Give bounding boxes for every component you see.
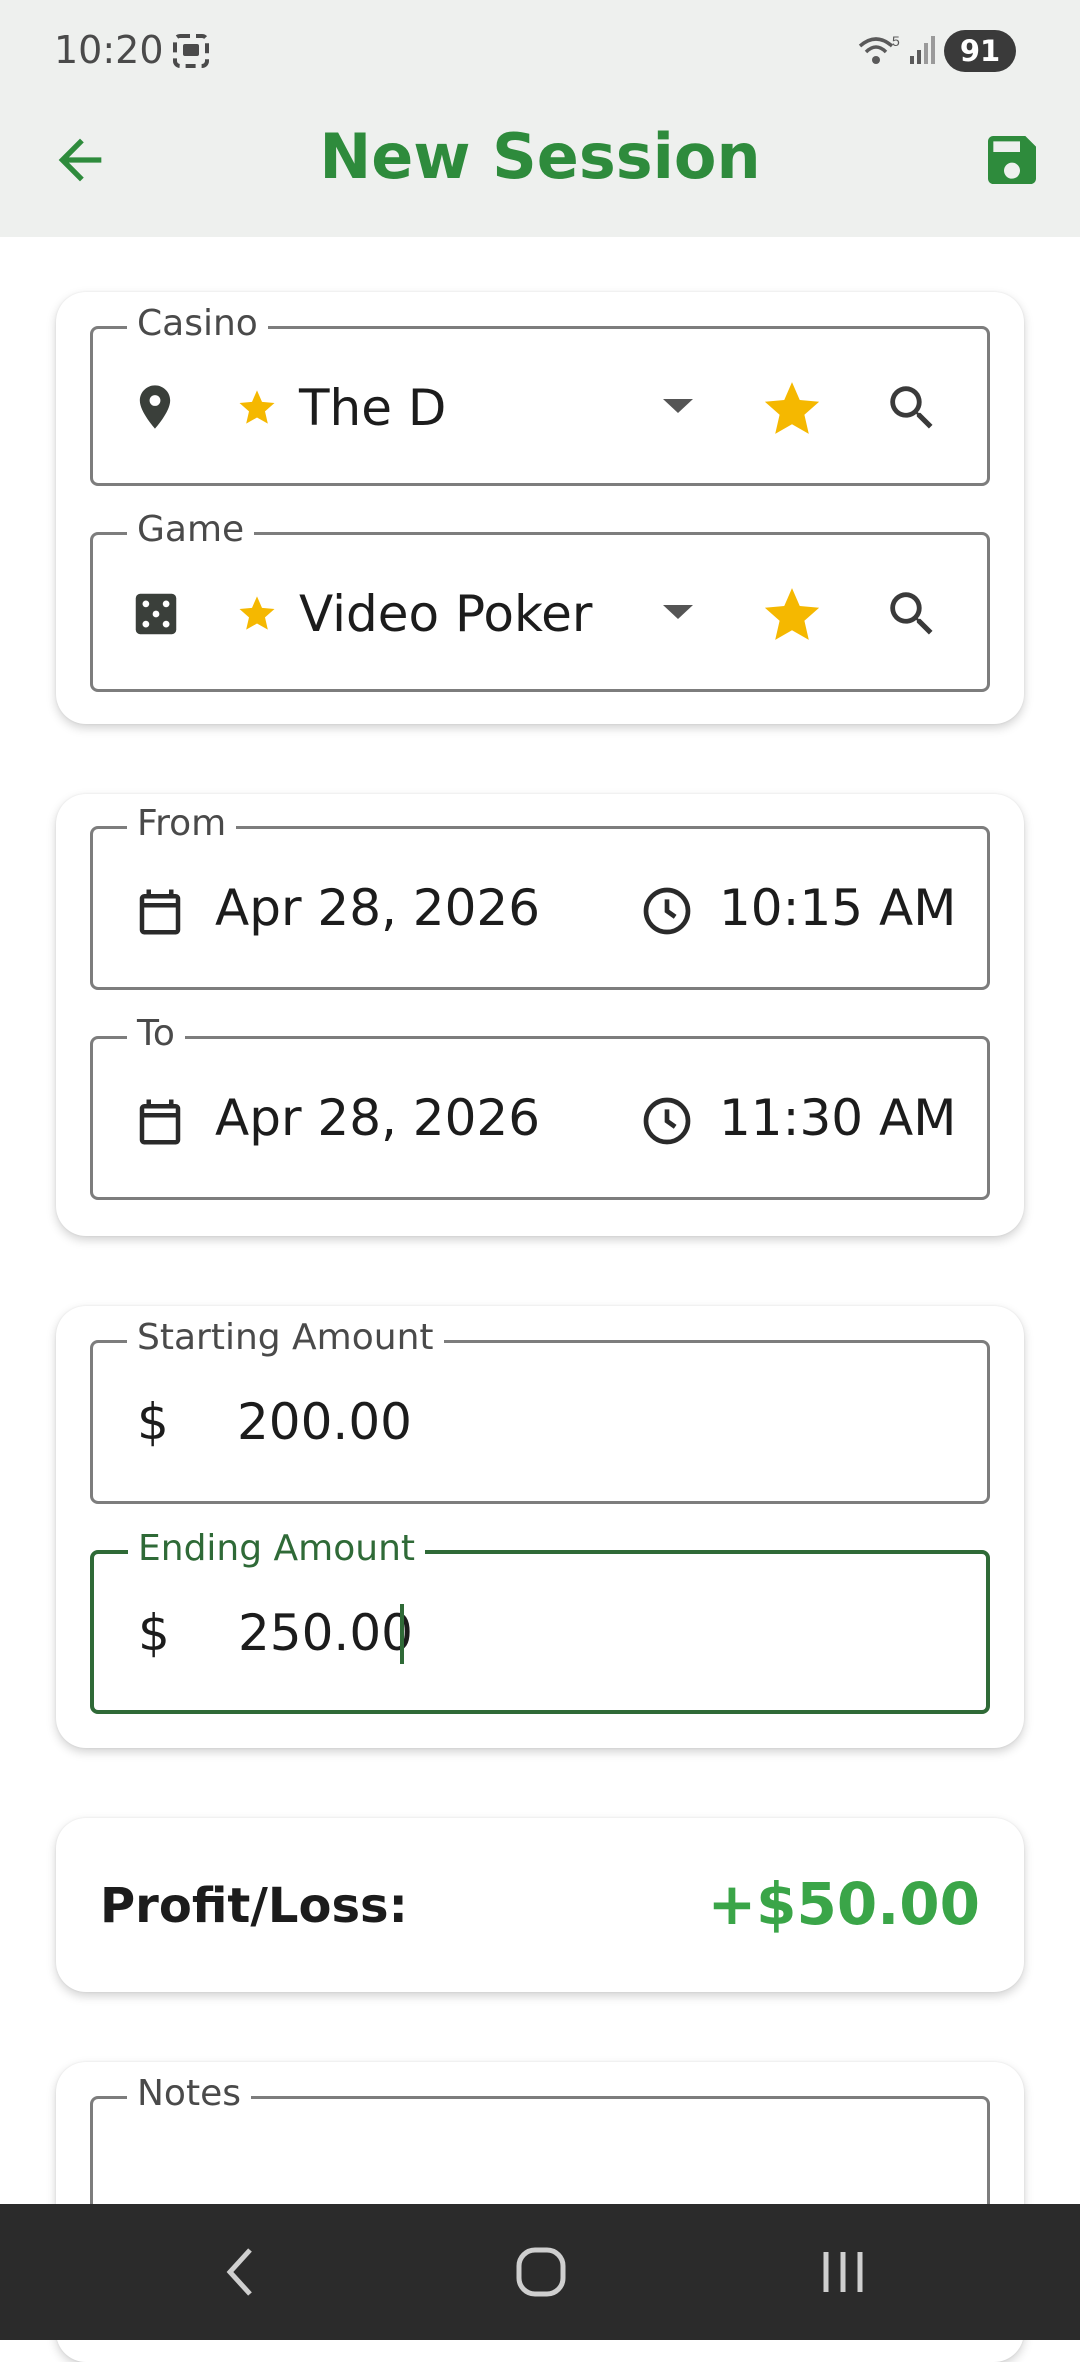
notes-label: Notes [127,2073,251,2114]
calendar-icon [133,883,187,946]
wifi-icon: 5 [858,33,902,73]
svg-text:5: 5 [892,34,900,49]
favorite-toggle-star-icon[interactable] [761,583,823,650]
battery-indicator: 91 [944,30,1016,72]
clock-icon [639,1093,695,1154]
currency-symbol: $ [138,1604,170,1662]
starting-amount-value: 200.00 [237,1393,412,1451]
to-label: To [127,1013,185,1054]
ending-amount-field[interactable]: Ending Amount $ 250.00 [90,1528,990,1714]
nav-back-button[interactable] [206,2242,276,2302]
location-pin-icon [129,377,181,442]
profit-loss-card: Profit/Loss: +$50.00 [56,1818,1024,1992]
favorite-toggle-star-icon[interactable] [761,377,823,444]
to-field: To Apr 28, 2026 11:30 AM [90,1013,990,1200]
clock-icon [639,883,695,944]
from-field: From Apr 28, 2026 10:15 AM [90,803,990,990]
chevron-left-icon [226,2248,252,2296]
casino-label: Casino [127,303,268,344]
dropdown-arrow-icon[interactable] [661,397,695,422]
game-label: Game [127,509,255,550]
calendar-icon [133,1093,187,1156]
currency-symbol: $ [137,1393,169,1451]
text-cursor [400,1604,404,1664]
to-time[interactable]: 11:30 AM [719,1089,956,1147]
game-field[interactable]: Game Video Poker [90,509,990,692]
from-date[interactable]: Apr 28, 2026 [215,879,540,937]
system-nav-bar [0,2204,1080,2340]
signal-icon [908,34,938,71]
status-bar: 10:20 5 91 [0,0,1080,100]
app-bar: New Session [0,100,1080,237]
save-icon [988,136,1036,184]
save-button[interactable] [980,128,1044,192]
starting-amount-field[interactable]: Starting Amount $ 200.00 [90,1317,990,1504]
page-title: New Session [319,120,761,193]
casino-value: The D [299,379,447,437]
from-label: From [127,803,237,844]
amounts-card: Starting Amount $ 200.00 Ending Amount $… [56,1306,1024,1748]
favorite-star-icon [237,387,277,432]
nav-home-button[interactable] [506,2242,576,2302]
nav-recents-button[interactable] [808,2242,878,2302]
game-value: Video Poker [299,585,593,643]
search-icon[interactable] [883,379,941,442]
screenshot-icon [172,33,210,74]
time-range-card: From Apr 28, 2026 10:15 AM To Apr 28, 20… [56,794,1024,1236]
favorite-star-icon [237,593,277,638]
status-time: 10:20 [54,28,164,72]
dropdown-arrow-icon[interactable] [661,603,695,628]
ending-amount-value: 250.00 [238,1604,413,1662]
location-card: Casino The D Game Video Poker [56,292,1024,724]
dice-icon [129,587,183,646]
to-date[interactable]: Apr 28, 2026 [215,1089,540,1147]
starting-amount-label: Starting Amount [127,1317,444,1358]
search-icon[interactable] [883,585,941,648]
profit-loss-label: Profit/Loss: [100,1878,408,1934]
profit-loss-value: +$50.00 [707,1870,980,1938]
from-time[interactable]: 10:15 AM [719,879,956,937]
ending-amount-label: Ending Amount [128,1528,425,1569]
home-icon [516,2247,566,2297]
recents-icon [823,2252,863,2292]
casino-field[interactable]: Casino The D [90,303,990,486]
